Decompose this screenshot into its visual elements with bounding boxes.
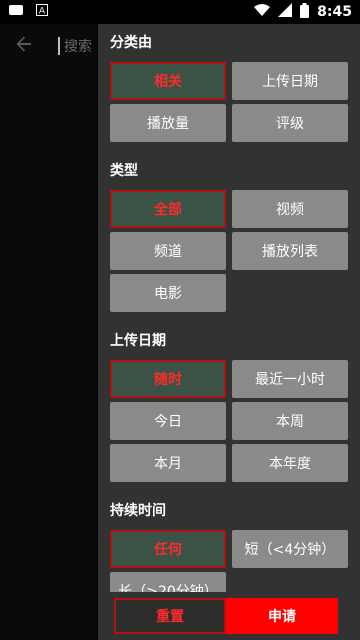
signal-icon [278,3,293,21]
type-option-movie[interactable]: 电影 [110,274,226,312]
svg-text:A: A [39,7,46,17]
section-title-upload-date: 上传日期 [110,333,166,349]
duration-option-long[interactable]: 长（>20分钟） [110,572,226,592]
date-option-today[interactable]: 今日 [110,402,226,440]
type-option-video[interactable]: 视频 [232,190,348,228]
upload-date-options: 随时 最近一小时 今日 本周 本月 本年度 [110,360,350,482]
sort-options: 相关 上传日期 播放量 评级 [110,62,350,142]
date-option-this-year[interactable]: 本年度 [232,444,348,482]
reset-button[interactable]: 重置 [114,598,226,634]
sort-option-relevance[interactable]: 相关 [110,62,226,100]
search-field[interactable]: 搜索 [58,34,92,58]
notification-icon [8,4,24,20]
back-button[interactable] [12,34,36,58]
section-title-type: 类型 [110,163,138,179]
wifi-icon [254,3,271,21]
text-cursor [58,37,60,55]
filter-scroll[interactable]: 分类由 相关 上传日期 播放量 评级 类型 全部 视频 频道 播放列表 电影 上… [98,24,360,592]
battery-icon [300,2,310,22]
type-option-channel[interactable]: 频道 [110,232,226,270]
type-option-all[interactable]: 全部 [110,190,226,228]
date-option-this-week[interactable]: 本周 [232,402,348,440]
clock: 8:45 [317,4,352,20]
date-option-anytime[interactable]: 随时 [110,360,226,398]
search-placeholder: 搜索 [64,39,92,55]
status-right: 8:45 [254,2,352,22]
sort-option-view-count[interactable]: 播放量 [110,104,226,142]
type-options: 全部 视频 频道 播放列表 电影 [110,190,350,312]
duration-option-any[interactable]: 任何 [110,530,226,568]
status-left: A [8,4,48,20]
date-option-this-month[interactable]: 本月 [110,444,226,482]
date-option-last-hour[interactable]: 最近一小时 [232,360,348,398]
action-bar: 重置 申请 [98,592,360,640]
arrow-left-icon [15,34,33,59]
sort-option-upload-date[interactable]: 上传日期 [232,62,348,100]
apply-button[interactable]: 申请 [226,598,338,634]
section-title-duration: 持续时间 [110,503,166,519]
section-title-sort: 分类由 [110,35,152,51]
a-icon: A [36,4,48,20]
filter-panel: 分类由 相关 上传日期 播放量 评级 类型 全部 视频 频道 播放列表 电影 上… [98,24,360,640]
duration-options: 任何 短（<4分钟） 长（>20分钟） [110,530,350,592]
type-option-playlist[interactable]: 播放列表 [232,232,348,270]
sort-option-rating[interactable]: 评级 [232,104,348,142]
status-bar: A 8:45 [0,0,360,24]
duration-option-short[interactable]: 短（<4分钟） [232,530,348,568]
